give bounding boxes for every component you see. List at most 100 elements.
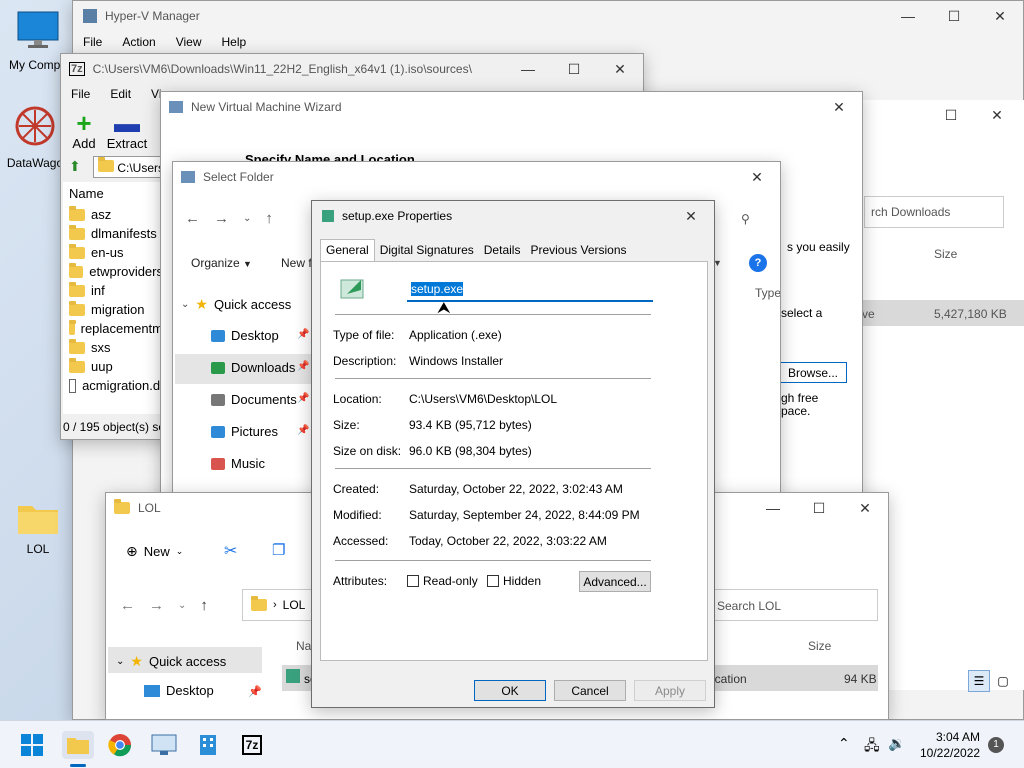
up-arrow-icon[interactable]: ↑: [265, 210, 273, 227]
clock[interactable]: 3:04 AM 10/22/2022: [920, 729, 980, 761]
tab-digital-signatures[interactable]: Digital Signatures: [375, 240, 479, 260]
taskbar-file-explorer[interactable]: [62, 731, 94, 759]
properties-window[interactable]: setup.exe Properties ✕ General Digital S…: [311, 200, 715, 708]
maximize-icon[interactable]: ☐: [928, 100, 974, 130]
copy-icon[interactable]: ❐: [272, 541, 285, 559]
close-icon[interactable]: ✕: [974, 100, 1020, 130]
file-row[interactable]: uup: [63, 357, 163, 376]
readonly-checkbox[interactable]: Read-only: [407, 574, 478, 588]
show-hidden-icons-icon[interactable]: ⌃: [838, 735, 850, 752]
nav-item-documents[interactable]: Documents: [211, 392, 297, 407]
advanced-button[interactable]: Advanced...: [579, 571, 651, 592]
file-row[interactable]: etwproviders: [63, 262, 163, 281]
filename-input[interactable]: setup.exe: [407, 280, 653, 302]
file-row[interactable]: acmigration.dl: [63, 376, 163, 395]
taskbar-hyperv[interactable]: [150, 731, 178, 759]
forward-arrow-icon[interactable]: →: [214, 210, 229, 227]
file-row[interactable]: dlmanifests: [63, 224, 163, 243]
minimize-icon[interactable]: —: [750, 493, 796, 523]
taskbar-datawagon[interactable]: [194, 731, 222, 759]
properties-titlebar[interactable]: setup.exe Properties: [312, 201, 714, 231]
file-row[interactable]: migration: [63, 300, 163, 319]
back-arrow-icon[interactable]: ←: [120, 597, 135, 614]
hidden-checkbox[interactable]: Hidden: [487, 574, 541, 588]
help-icon[interactable]: ?: [749, 254, 767, 272]
file-row[interactable]: sxs: [63, 338, 163, 357]
browse-button[interactable]: Browse...: [779, 362, 847, 383]
back-arrow-icon[interactable]: ←: [185, 210, 200, 227]
file-row[interactable]: en-us: [63, 243, 163, 262]
menu-view[interactable]: View: [166, 35, 212, 49]
file-row[interactable]: replacementm: [63, 319, 163, 338]
close-icon[interactable]: ✕: [842, 493, 888, 523]
file-row[interactable]: asz: [63, 205, 163, 224]
wizard-titlebar[interactable]: New Virtual Machine Wizard: [161, 92, 862, 122]
desktop-icon-lol[interactable]: LOL: [10, 500, 66, 564]
up-arrow-icon[interactable]: ↑: [200, 597, 208, 614]
nav-item-desktop[interactable]: Desktop: [211, 328, 279, 343]
up-folder-icon[interactable]: ⬆: [69, 158, 81, 175]
chevron-down-icon[interactable]: ⌄: [178, 600, 186, 611]
wizard-text-4: pace.: [781, 404, 811, 418]
folder-icon: [18, 506, 58, 534]
add-button[interactable]: + Add: [69, 110, 99, 151]
chevron-down-icon[interactable]: ⌄: [243, 213, 251, 224]
network-icon[interactable]: 🖧: [864, 735, 880, 759]
downloads-search-input[interactable]: rch Downloads: [864, 196, 1004, 228]
lol-address-bar[interactable]: › LOL: [242, 589, 314, 621]
tab-details[interactable]: Details: [479, 240, 526, 260]
start-button[interactable]: [18, 731, 46, 759]
apply-button[interactable]: Apply: [634, 680, 706, 701]
tiles-view-icon[interactable]: ▢: [992, 670, 1014, 692]
col-name[interactable]: Name: [63, 182, 163, 205]
lol-nav-desktop[interactable]: Desktop: [144, 683, 214, 698]
close-icon[interactable]: ✕: [597, 54, 643, 84]
new-folder-button[interactable]: New f: [281, 256, 312, 270]
close-icon[interactable]: ✕: [977, 1, 1023, 31]
lol-col-name[interactable]: Na: [296, 639, 311, 653]
minimize-icon[interactable]: —: [885, 1, 931, 31]
downloads-col-size[interactable]: Size: [934, 247, 957, 261]
ok-button[interactable]: OK: [474, 680, 546, 701]
file-row[interactable]: inf: [63, 281, 163, 300]
maximize-icon[interactable]: ☐: [551, 54, 597, 84]
menu-edit[interactable]: Edit: [100, 87, 141, 101]
nav-item-music[interactable]: Music: [211, 456, 265, 471]
minimize-icon[interactable]: —: [505, 54, 551, 84]
taskbar-chrome[interactable]: [106, 731, 134, 759]
close-icon[interactable]: ✕: [816, 92, 862, 122]
quick-access-header[interactable]: ⌄ ★ Quick access: [181, 296, 291, 313]
tab-general[interactable]: General: [320, 239, 375, 261]
notification-badge[interactable]: 1: [988, 737, 1004, 753]
volume-icon[interactable]: 🔉: [888, 735, 905, 752]
organize-button[interactable]: Organize ▼: [191, 256, 252, 270]
close-icon[interactable]: ✕: [668, 201, 714, 231]
hyperv-titlebar[interactable]: Hyper-V Manager: [73, 1, 1023, 31]
menu-help[interactable]: Help: [212, 35, 257, 49]
details-view-icon[interactable]: ☰: [968, 670, 990, 692]
col-type[interactable]: Type: [755, 286, 780, 300]
desktop-icon-datawagon[interactable]: DataWago: [2, 104, 68, 174]
maximize-icon[interactable]: ☐: [796, 493, 842, 523]
wizard-text-3: gh free: [781, 391, 819, 405]
cancel-button[interactable]: Cancel: [554, 680, 626, 701]
select-folder-search-icon[interactable]: ⚲: [741, 212, 750, 226]
close-icon[interactable]: ✕: [734, 162, 780, 192]
menu-file[interactable]: File: [61, 87, 100, 101]
lol-new-button[interactable]: ⊕ New ⌄: [126, 543, 183, 560]
prop-label: Created:: [333, 482, 380, 496]
sevenzip-file-list[interactable]: Name asz dlmanifests en-us etwproviders inf m…: [63, 182, 163, 414]
menu-action[interactable]: Action: [112, 35, 165, 49]
lol-col-size[interactable]: Size: [808, 639, 831, 653]
lol-search-input[interactable]: Search LOL: [708, 589, 878, 621]
nav-item-downloads[interactable]: Downloads: [211, 360, 295, 375]
menu-file[interactable]: File: [73, 35, 112, 49]
tab-previous-versions[interactable]: Previous Versions: [525, 240, 631, 260]
nav-item-pictures[interactable]: Pictures: [211, 424, 278, 439]
select-folder-titlebar[interactable]: Select Folder: [173, 162, 780, 192]
extract-button[interactable]: ▬ Extract: [105, 110, 149, 151]
forward-arrow-icon[interactable]: →: [149, 597, 164, 614]
cut-icon[interactable]: ✂: [224, 541, 237, 561]
taskbar-7zip[interactable]: 7z: [238, 731, 266, 759]
maximize-icon[interactable]: ☐: [931, 1, 977, 31]
